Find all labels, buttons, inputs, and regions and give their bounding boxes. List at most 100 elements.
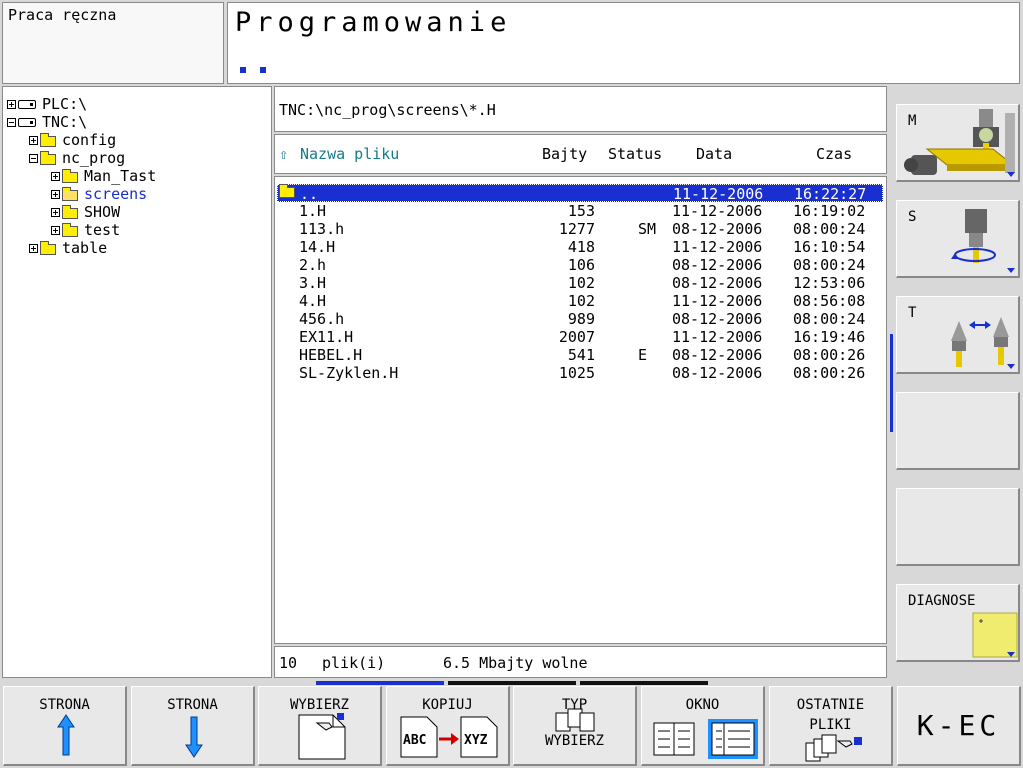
file-row[interactable]: 456.h 989 08-12-2006 08:00:24 (277, 310, 883, 328)
copy-button[interactable]: KOPIUJ ABC XYZ (386, 686, 510, 766)
file-name: 113.h (299, 220, 345, 238)
tree-item-label: screens (84, 185, 148, 203)
programming-mode-box: Programowanie (227, 2, 1020, 84)
file-row[interactable]: EX11.H 2007 11-12-2006 16:19:46 (277, 328, 883, 346)
column-name[interactable]: Nazwa pliku (300, 145, 399, 163)
chevron-down-icon (1007, 268, 1015, 273)
file-time: 16:10:54 (793, 238, 866, 256)
file-row[interactable]: SL-Zyklen.H 1025 08-12-2006 08:00:26 (277, 364, 883, 382)
copy-source-label: ABC (403, 733, 427, 748)
side-key-m[interactable]: M (896, 104, 1020, 182)
side-key-diagnose[interactable]: DIAGNOSE (896, 584, 1020, 662)
file-row[interactable]: 3.H 102 08-12-2006 12:53:06 (277, 274, 883, 292)
drive-icon (18, 99, 36, 109)
file-date: 11-12-2006 (673, 185, 764, 203)
tool-t-icon (951, 317, 1009, 367)
tree-item-label: SHOW (84, 203, 121, 221)
collapse-minus-icon[interactable] (29, 153, 38, 163)
file-row[interactable]: 14.H 418 11-12-2006 16:10:54 (277, 238, 883, 256)
end-button[interactable]: K-EC (897, 686, 1021, 766)
window-button[interactable]: OKNO (641, 686, 765, 766)
file-name: 2.h (299, 256, 327, 274)
last-files-button[interactable]: OSTATNIE PLIKI (769, 686, 893, 766)
status-bar: 10 plik(i) 6.5 Mbajty wolne (274, 646, 887, 678)
operating-mode-label: Praca ręczna (8, 6, 117, 24)
parent-folder-icon (279, 184, 295, 198)
file-row[interactable]: 4.H 102 11-12-2006 08:56:08 (277, 292, 883, 310)
file-name: 1.H (299, 202, 327, 220)
folder-open-icon (62, 186, 78, 201)
expand-plus-icon[interactable] (7, 99, 16, 109)
tree-item[interactable]: test (51, 221, 120, 239)
expand-plus-icon[interactable] (51, 225, 60, 235)
file-count: 10 (279, 654, 298, 672)
file-row[interactable]: HEBEL.H 541 E 08-12-2006 08:00:26 (277, 346, 883, 364)
file-time: 16:19:02 (793, 202, 866, 220)
expand-plus-icon[interactable] (51, 207, 60, 217)
chevron-down-icon (1007, 172, 1015, 177)
file-time: 12:53:06 (793, 274, 866, 292)
file-bytes: 2007 (558, 328, 595, 346)
file-time: 08:00:24 (793, 256, 866, 274)
file-row[interactable]: 1.H 153 11-12-2006 16:19:02 (277, 202, 883, 220)
file-row[interactable]: 113.h 1277 SM 08-12-2006 08:00:24 (277, 220, 883, 238)
tree-item[interactable]: Man_Tast (51, 167, 156, 185)
tree-item[interactable]: SHOW (51, 203, 120, 221)
file-time: 08:56:08 (793, 292, 866, 310)
collapse-minus-icon[interactable] (7, 117, 16, 127)
file-list[interactable]: .. 11-12-2006 16:22:27 1.H 153 11-12-2006 16:1… (274, 176, 887, 644)
tree-item[interactable]: TNC:\ (7, 113, 87, 131)
tree-item-label: test (84, 221, 121, 239)
column-time[interactable]: Czas (816, 145, 852, 163)
file-name: SL-Zyklen.H (299, 364, 399, 382)
path-bar: TNC:\nc_prog\screens\*.H (274, 86, 887, 132)
column-bytes[interactable]: Bajty (542, 145, 587, 163)
column-date[interactable]: Data (696, 145, 732, 163)
folder-icon (40, 150, 56, 165)
arrow-up-icon (57, 714, 75, 756)
expand-plus-icon[interactable] (29, 243, 38, 253)
type-select-button[interactable]: TYP WYBIERZ (513, 686, 637, 766)
tree-item[interactable]: config (29, 131, 116, 149)
page-up-button[interactable]: STRONA (3, 686, 127, 766)
expand-plus-icon[interactable] (51, 189, 60, 199)
file-date: 08-12-2006 (672, 310, 763, 328)
file-row-selected[interactable]: .. 11-12-2006 16:22:27 (277, 184, 883, 203)
copy-icon (400, 716, 498, 758)
folder-icon (62, 204, 78, 219)
tree-item[interactable]: nc_prog (29, 149, 125, 167)
directory-tree[interactable]: PLC:\ TNC:\ config nc_prog Man_Tast screens SH… (2, 86, 272, 678)
softkey-row-indicator (580, 681, 708, 685)
page-down-button[interactable]: STRONA (131, 686, 255, 766)
file-date: 08-12-2006 (672, 274, 763, 292)
tree-item[interactable]: table (29, 239, 107, 257)
side-key-empty-2[interactable] (896, 488, 1020, 566)
drive-icon (18, 117, 36, 127)
expand-plus-icon[interactable] (51, 171, 60, 181)
sort-arrow-icon[interactable]: ⇧ (279, 145, 288, 163)
side-key-t[interactable]: T (896, 296, 1020, 374)
side-key-empty-1[interactable] (896, 392, 1020, 470)
tree-item[interactable]: screens (51, 185, 147, 203)
tree-item-label: Man_Tast (84, 167, 157, 185)
file-bytes: 106 (567, 256, 595, 274)
file-status: SM (638, 220, 657, 238)
file-bytes: 153 (567, 202, 595, 220)
file-name: 4.H (299, 292, 327, 310)
file-bytes: 102 (567, 292, 595, 310)
file-time: 08:00:26 (793, 346, 866, 364)
side-key-s[interactable]: S (896, 200, 1020, 278)
file-time: 08:00:24 (793, 220, 866, 238)
free-space: 6.5 Mbajty wolne (443, 654, 588, 672)
tree-item[interactable]: PLC:\ (7, 95, 87, 113)
folder-icon (62, 168, 78, 183)
column-status[interactable]: Status (608, 145, 662, 163)
file-name: 456.h (299, 310, 345, 328)
file-date: 11-12-2006 (672, 202, 763, 220)
select-button[interactable]: WYBIERZ (258, 686, 382, 766)
side-softkey-scrollbar[interactable] (890, 334, 893, 432)
expand-plus-icon[interactable] (29, 135, 38, 145)
operating-mode-box: Praca ręczna (2, 2, 224, 84)
file-row[interactable]: 2.h 106 08-12-2006 08:00:24 (277, 256, 883, 274)
copy-target-label: XYZ (464, 733, 488, 748)
